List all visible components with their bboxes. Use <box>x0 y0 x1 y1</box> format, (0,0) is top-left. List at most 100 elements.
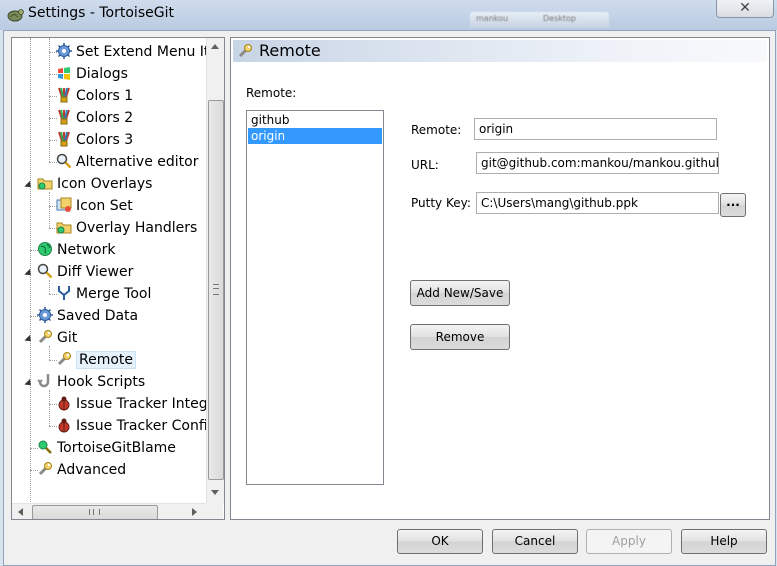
tree-item-label: Hook Scripts <box>57 374 146 390</box>
tree-item-colors-3[interactable]: Colors 3 <box>56 129 133 151</box>
tree-item-label: Remote <box>76 351 137 369</box>
scroll-right-arrow-icon[interactable] <box>192 508 197 516</box>
bug-icon <box>58 418 70 433</box>
page-header: Remote <box>233 40 767 62</box>
tree-item-label: Saved Data <box>57 308 139 324</box>
tree-content: Set Extend Menu Ite Dialogs Colors 1 Col… <box>12 38 206 503</box>
wrench-icon <box>57 352 71 366</box>
tree-item-icon-set[interactable]: Icon Set <box>56 195 133 217</box>
tree-item-network[interactable]: Network <box>37 239 115 261</box>
cancel-button[interactable]: Cancel <box>492 529 578 554</box>
tree-item-issue-tracker-integration[interactable]: Issue Tracker Integr <box>56 393 206 415</box>
remote-listbox[interactable]: github origin <box>246 110 384 485</box>
magnifier-icon <box>56 153 72 169</box>
tree-item-label: Icon Overlays <box>57 176 153 192</box>
icon-set-icon <box>56 197 72 212</box>
remote-list-label: Remote: <box>246 86 297 100</box>
tree-item-label: Colors 1 <box>76 88 134 104</box>
windows-flag-icon <box>58 67 70 80</box>
tree-item-label: Colors 3 <box>76 132 134 148</box>
remote-name-input[interactable]: origin <box>474 118 717 140</box>
tree-expander-icon[interactable] <box>24 378 34 389</box>
wrench-icon <box>38 462 52 476</box>
tree-expander-icon[interactable] <box>24 180 34 191</box>
tree-item-icon-overlays[interactable]: Icon Overlays <box>37 173 152 195</box>
color-brush-icon <box>58 131 70 147</box>
tortoise-icon <box>7 9 24 22</box>
putty-key-input[interactable]: C:\Users\mang\github.ppk <box>476 192 719 214</box>
wrench-icon <box>238 44 252 58</box>
folder-overlay-icon <box>56 222 72 234</box>
tree-item-label: Issue Tracker Integr <box>76 396 206 412</box>
tree-item-dialogs[interactable]: Dialogs <box>56 63 128 85</box>
tree-item-label: Git <box>57 330 78 346</box>
hook-icon <box>37 374 50 388</box>
tree-item-label: Issue Tracker Config <box>76 418 206 434</box>
tree-item-tortoisegitblame[interactable]: TortoiseGitBlame <box>37 437 176 459</box>
settings-tree[interactable]: Set Extend Menu Ite Dialogs Colors 1 Col… <box>11 37 225 520</box>
tree-item-advanced[interactable]: Advanced <box>37 459 126 481</box>
folder-overlay-icon <box>37 178 53 190</box>
tree-expander-icon[interactable] <box>24 334 34 345</box>
magnifier-icon <box>37 263 53 279</box>
remove-button[interactable]: Remove <box>410 324 510 350</box>
tree-item-diff-viewer[interactable]: Diff Viewer <box>37 261 133 283</box>
tree-horizontal-scrollbar[interactable] <box>12 503 206 519</box>
add-new-save-button[interactable]: Add New/Save <box>410 280 510 306</box>
scroll-thumb[interactable] <box>208 100 224 480</box>
client-area: Set Extend Menu Ite Dialogs Colors 1 Col… <box>3 30 776 566</box>
gear-icon <box>56 43 72 59</box>
window-title: Settings - TortoiseGit <box>28 5 174 21</box>
background-tab: Desktop <box>537 12 609 28</box>
scroll-thumb[interactable] <box>32 505 158 519</box>
globe-icon <box>38 242 52 256</box>
tree-expander-icon[interactable] <box>24 268 34 279</box>
gear-icon <box>37 307 53 323</box>
url-label: URL: <box>411 158 439 172</box>
tree-item-colors-2[interactable]: Colors 2 <box>56 107 133 129</box>
settings-window: Settings - TortoiseGit mankou Desktop ✕ <box>0 0 777 566</box>
page-title: Remote <box>259 41 321 60</box>
tree-item-merge-tool[interactable]: Merge Tool <box>56 283 151 305</box>
tree-item-set-extend-menu[interactable]: Set Extend Menu Ite <box>56 41 206 63</box>
tree-vertical-scrollbar[interactable] <box>206 38 224 503</box>
tree-item-colors-1[interactable]: Colors 1 <box>56 85 133 107</box>
tree-item-label: Colors 2 <box>76 110 134 126</box>
scroll-left-arrow-icon[interactable] <box>18 508 23 516</box>
color-brush-icon <box>58 109 70 125</box>
list-item[interactable]: github <box>248 112 382 128</box>
tree-item-git[interactable]: Git <box>37 327 77 349</box>
blame-icon <box>38 440 52 454</box>
wrench-icon <box>38 330 52 344</box>
help-button[interactable]: Help <box>681 529 767 554</box>
browse-button[interactable]: ... <box>720 193 746 217</box>
bug-icon <box>58 396 70 411</box>
tree-guide <box>49 192 50 228</box>
tree-item-label: Network <box>57 242 116 258</box>
color-brush-icon <box>58 87 70 103</box>
ok-button[interactable]: OK <box>397 529 483 554</box>
background-tab: mankou <box>470 12 540 28</box>
close-button[interactable]: ✕ <box>716 0 774 18</box>
tree-item-remote[interactable]: Remote <box>56 349 137 371</box>
tree-item-label: Icon Set <box>76 198 133 214</box>
url-input[interactable]: git@github.com:mankou/mankou.github.c <box>476 152 719 174</box>
scroll-up-arrow-icon[interactable] <box>211 44 219 49</box>
apply-button[interactable]: Apply <box>586 529 672 554</box>
grip-icon <box>89 509 100 515</box>
tree-item-alternative-editor[interactable]: Alternative editor <box>56 151 198 173</box>
tree-guide <box>49 390 50 426</box>
list-item[interactable]: origin <box>248 128 382 144</box>
tree-item-label: Diff Viewer <box>57 264 134 280</box>
tree-item-hook-scripts[interactable]: Hook Scripts <box>37 371 145 393</box>
tree-item-label: Dialogs <box>76 66 128 82</box>
tree-item-saved-data[interactable]: Saved Data <box>37 305 138 327</box>
title-bar[interactable]: Settings - TortoiseGit mankou Desktop ✕ <box>0 0 777 30</box>
grip-icon <box>213 284 219 295</box>
tree-item-label: Advanced <box>57 462 127 478</box>
tree-item-label: Merge Tool <box>76 286 152 302</box>
scroll-down-arrow-icon[interactable] <box>211 490 219 495</box>
tree-item-overlay-handlers[interactable]: Overlay Handlers <box>56 217 197 239</box>
tree-item-label: TortoiseGitBlame <box>57 440 176 456</box>
tree-item-issue-tracker-config[interactable]: Issue Tracker Config <box>56 415 206 437</box>
